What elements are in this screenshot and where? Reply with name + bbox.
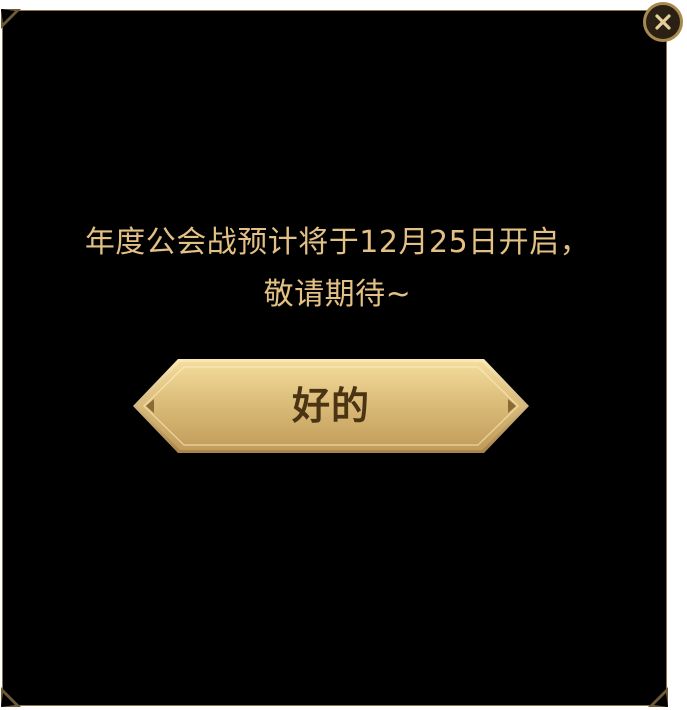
ok-button-label: 好的 — [291, 384, 370, 428]
notice-message-line-2: 敬请期待~ — [263, 277, 412, 312]
close-icon — [655, 14, 671, 30]
ok-button[interactable]: 好的 — [132, 358, 530, 454]
close-button[interactable] — [643, 2, 683, 42]
notice-message-line-1: 年度公会战预计将于12月25日开启， — [84, 225, 591, 260]
corner-ornament-bottom-right — [646, 685, 668, 707]
corner-ornament-top-left — [1, 9, 23, 31]
corner-ornament-bottom-left — [1, 685, 23, 707]
notice-message: 年度公会战预计将于12月25日开启， 敬请期待~ — [5, 217, 670, 321]
game-screen: 年度公会战预计将于12月25日开启， 敬请期待~ 好的 — [0, 0, 687, 710]
